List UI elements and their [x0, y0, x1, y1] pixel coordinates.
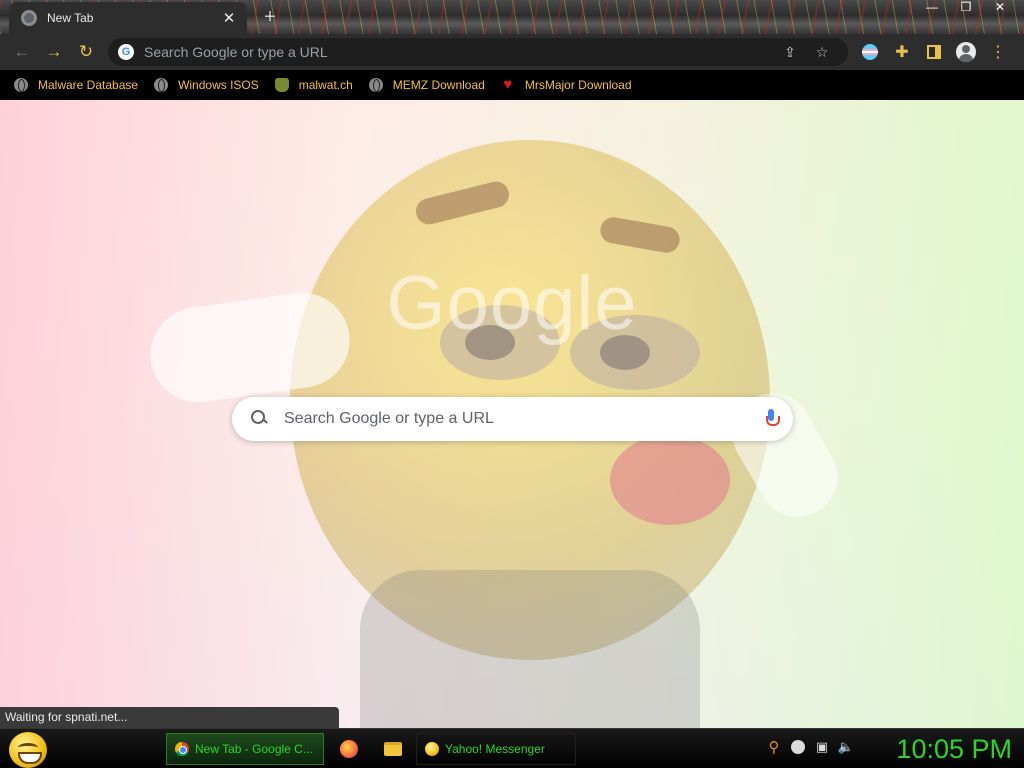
bookmark-star-icon[interactable]: ☆ [806, 44, 838, 61]
ntp-search-box[interactable]: Search Google or type a URL [232, 397, 793, 441]
system-tray: ⚲ ▣ 🔈 [766, 739, 855, 756]
minimize-button[interactable]: — [916, 0, 948, 16]
taskbar-item-label: New Tab - Google C... [195, 742, 313, 756]
bookmarks-bar: Malware Database Windows ISOS malwat.ch … [0, 70, 1024, 100]
heart-icon: ♥ [503, 76, 513, 93]
minus-circle-icon[interactable] [790, 739, 806, 755]
share-icon[interactable]: ⇪ [774, 44, 806, 61]
chrome-tab-icon [21, 10, 37, 26]
profile-button[interactable] [950, 36, 982, 68]
globe-icon [14, 78, 28, 92]
trans-flag-icon [862, 44, 878, 60]
taskbar-clock[interactable]: 10:05 PM [872, 732, 1012, 766]
bookmark-label: MEMZ Download [392, 78, 485, 92]
emoji-background-body [360, 570, 700, 728]
network-icon[interactable]: ▣ [814, 739, 830, 755]
side-panel-icon [927, 45, 941, 59]
ntp-search-placeholder[interactable]: Search Google or type a URL [284, 410, 765, 428]
taskbar-item-chrome[interactable]: New Tab - Google C... [166, 733, 324, 765]
google-logo: Google [386, 261, 638, 346]
forward-button[interactable]: → [38, 36, 70, 68]
extensions-area: ✚ ⋮ [854, 36, 1014, 68]
kebab-menu-icon: ⋮ [990, 44, 1006, 61]
firefox-icon[interactable] [340, 740, 358, 758]
taskbar: New Tab - Google C... Yahoo! Messenger ⚲… [0, 728, 1024, 768]
bookmark-mrsmajor-download[interactable]: ♥ MrsMajor Download [501, 76, 632, 93]
search-icon [250, 409, 270, 429]
bookmark-windows-isos[interactable]: Windows ISOS [154, 78, 259, 92]
emoji-tongue [610, 435, 730, 525]
bookmark-memz-download[interactable]: MEMZ Download [368, 78, 485, 92]
globe-icon [368, 78, 383, 92]
chrome-icon [175, 742, 189, 756]
reload-button[interactable]: ↻ [70, 36, 102, 68]
address-bar[interactable]: G Search Google or type a URL ⇪ ☆ [108, 38, 848, 66]
new-tab-page: Google Search Google or type a URL Waiti… [0, 100, 1024, 728]
bookmark-label: Windows ISOS [178, 78, 259, 92]
browser-toolbar: ← → ↻ G Search Google or type a URL ⇪ ☆ … [0, 34, 1024, 70]
volume-icon[interactable]: 🔈 [838, 739, 854, 755]
trans-flag-extension-button[interactable] [854, 36, 886, 68]
globe-icon [154, 78, 169, 92]
tab-title: New Tab [47, 11, 94, 25]
restore-button[interactable]: ❐ [950, 0, 982, 16]
taskbar-item-yahoo-messenger[interactable]: Yahoo! Messenger [416, 733, 576, 765]
window-controls: — ❐ ✕ [916, 0, 1016, 16]
start-button[interactable] [9, 732, 47, 768]
bookmark-label: MrsMajor Download [524, 78, 632, 92]
microphone-icon[interactable] [765, 409, 780, 429]
bookmark-malwatch[interactable]: malwat.ch [274, 78, 353, 92]
bookmark-malware-database[interactable]: Malware Database [14, 78, 138, 92]
new-tab-button[interactable]: + [260, 6, 280, 29]
chrome-menu-button[interactable]: ⋮ [982, 36, 1014, 68]
back-button[interactable]: ← [6, 36, 38, 68]
extensions-button[interactable]: ✚ [886, 36, 918, 68]
taskbar-item-label: Yahoo! Messenger [445, 742, 545, 756]
side-panel-button[interactable] [918, 36, 950, 68]
folder-icon[interactable] [384, 742, 402, 756]
bookmark-label: malwat.ch [298, 78, 353, 92]
puzzle-icon: ✚ [895, 44, 909, 61]
avatar-icon [956, 42, 976, 62]
title-bar: New Tab ✕ + — ❐ ✕ [0, 0, 1024, 34]
google-icon: G [118, 44, 134, 60]
key-icon[interactable]: ⚲ [766, 739, 782, 756]
status-bubble: Waiting for spnati.net... [0, 707, 339, 728]
address-bar-placeholder[interactable]: Search Google or type a URL [144, 44, 774, 60]
frog-icon [274, 78, 289, 92]
bookmark-label: Malware Database [38, 78, 139, 92]
tab-close-icon[interactable]: ✕ [221, 9, 237, 27]
tab-new-tab[interactable]: New Tab ✕ [9, 2, 247, 34]
yahoo-icon [425, 742, 439, 756]
close-window-button[interactable]: ✕ [984, 0, 1016, 16]
